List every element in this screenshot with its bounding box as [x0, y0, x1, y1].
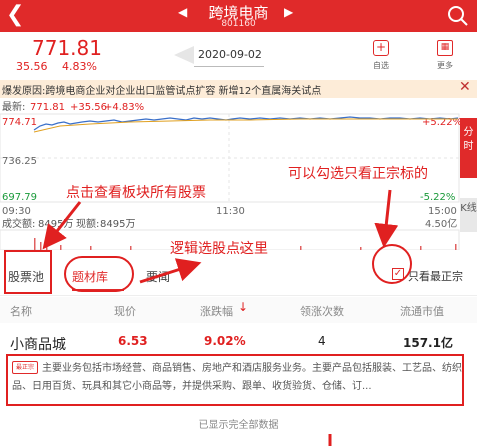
- stock-lead-count: 4: [318, 334, 326, 348]
- legend-pct: +4.83%: [104, 102, 144, 113]
- stock-pct: 9.02%: [204, 334, 246, 348]
- stock-name[interactable]: 小商品城: [10, 334, 66, 354]
- annotation-view-all: 点击查看板块所有股票: [66, 185, 206, 201]
- annotation-circle-checkbox: [372, 244, 412, 284]
- stock-market-cap: 157.1亿: [403, 336, 453, 350]
- legend-latest-value: 771.81: [30, 102, 65, 113]
- now-label: 现额:: [76, 217, 99, 230]
- sector-code: 801160: [221, 19, 256, 29]
- annotation-box-pool: [4, 250, 52, 294]
- col-name[interactable]: 名称: [10, 303, 32, 319]
- col-pct[interactable]: 涨跌幅: [200, 303, 233, 319]
- close-icon[interactable]: ✕: [459, 79, 471, 95]
- time-end-label: 15:00: [428, 206, 457, 217]
- annotation-box-desc: [6, 354, 464, 406]
- current-price: 771.81: [32, 36, 102, 60]
- date-underline: [194, 66, 264, 67]
- stock-price: 6.53: [118, 334, 148, 348]
- col-cap[interactable]: 流通市值: [400, 303, 444, 319]
- avg-line: [33, 118, 458, 133]
- grid-icon: ▦: [437, 40, 453, 56]
- favorite-button[interactable]: + 自选: [366, 40, 396, 74]
- col-count[interactable]: 领涨次数: [300, 303, 344, 319]
- sort-arrow-icon[interactable]: ↓: [238, 300, 248, 314]
- tab-intraday[interactable]: 分时: [460, 118, 477, 178]
- more-label: 更多: [437, 61, 453, 70]
- price-change-percent: 4.83%: [62, 60, 97, 73]
- now-value: 8495万: [100, 219, 135, 230]
- y-mid-label: 736.25: [2, 156, 37, 167]
- legend-latest-label: 最新:: [2, 100, 25, 113]
- list-footer: 已显示完全部数据: [198, 420, 279, 431]
- annotation-box-concept: [64, 256, 134, 292]
- price-change: 35.56: [16, 60, 48, 73]
- vol-label: 成交额:: [2, 217, 35, 230]
- vol-value: 8495万: [38, 219, 73, 230]
- annotation-check-tip: 可以勾选只看正宗标的: [288, 166, 428, 182]
- vol-max-label: 4.50亿: [425, 217, 457, 230]
- prev-sector-icon[interactable]: ◀: [178, 5, 187, 19]
- y-bottom-label: 697.79: [2, 192, 37, 203]
- tab-news[interactable]: 要闻: [146, 268, 170, 285]
- annotation-logic-tip: 逻辑选股点这里: [170, 241, 268, 257]
- favorite-label: 自选: [373, 61, 389, 70]
- search-icon[interactable]: [446, 4, 470, 28]
- tab-kline[interactable]: K线: [460, 198, 477, 232]
- time-start-label: 09:30: [2, 206, 31, 217]
- plus-icon: +: [373, 40, 389, 56]
- more-button[interactable]: ▦ 更多: [430, 40, 460, 74]
- y-top-label: 774.71: [2, 117, 37, 128]
- only-authentic-checkbox-label[interactable]: 只看最正宗: [408, 268, 463, 284]
- news-banner-text: 爆发原因:跨境电商企业对企业出口监管试点扩容 新增12个直属海关试点: [2, 86, 322, 97]
- legend-change: +35.56: [70, 102, 107, 113]
- pct-bottom-label: -5.22%: [420, 192, 455, 203]
- date-label[interactable]: 2020-09-02: [198, 48, 262, 61]
- next-sector-icon[interactable]: ▶: [284, 5, 293, 19]
- date-prev-icon[interactable]: [174, 46, 194, 64]
- col-price[interactable]: 现价: [114, 303, 136, 319]
- time-mid-label: 11:30: [216, 206, 245, 217]
